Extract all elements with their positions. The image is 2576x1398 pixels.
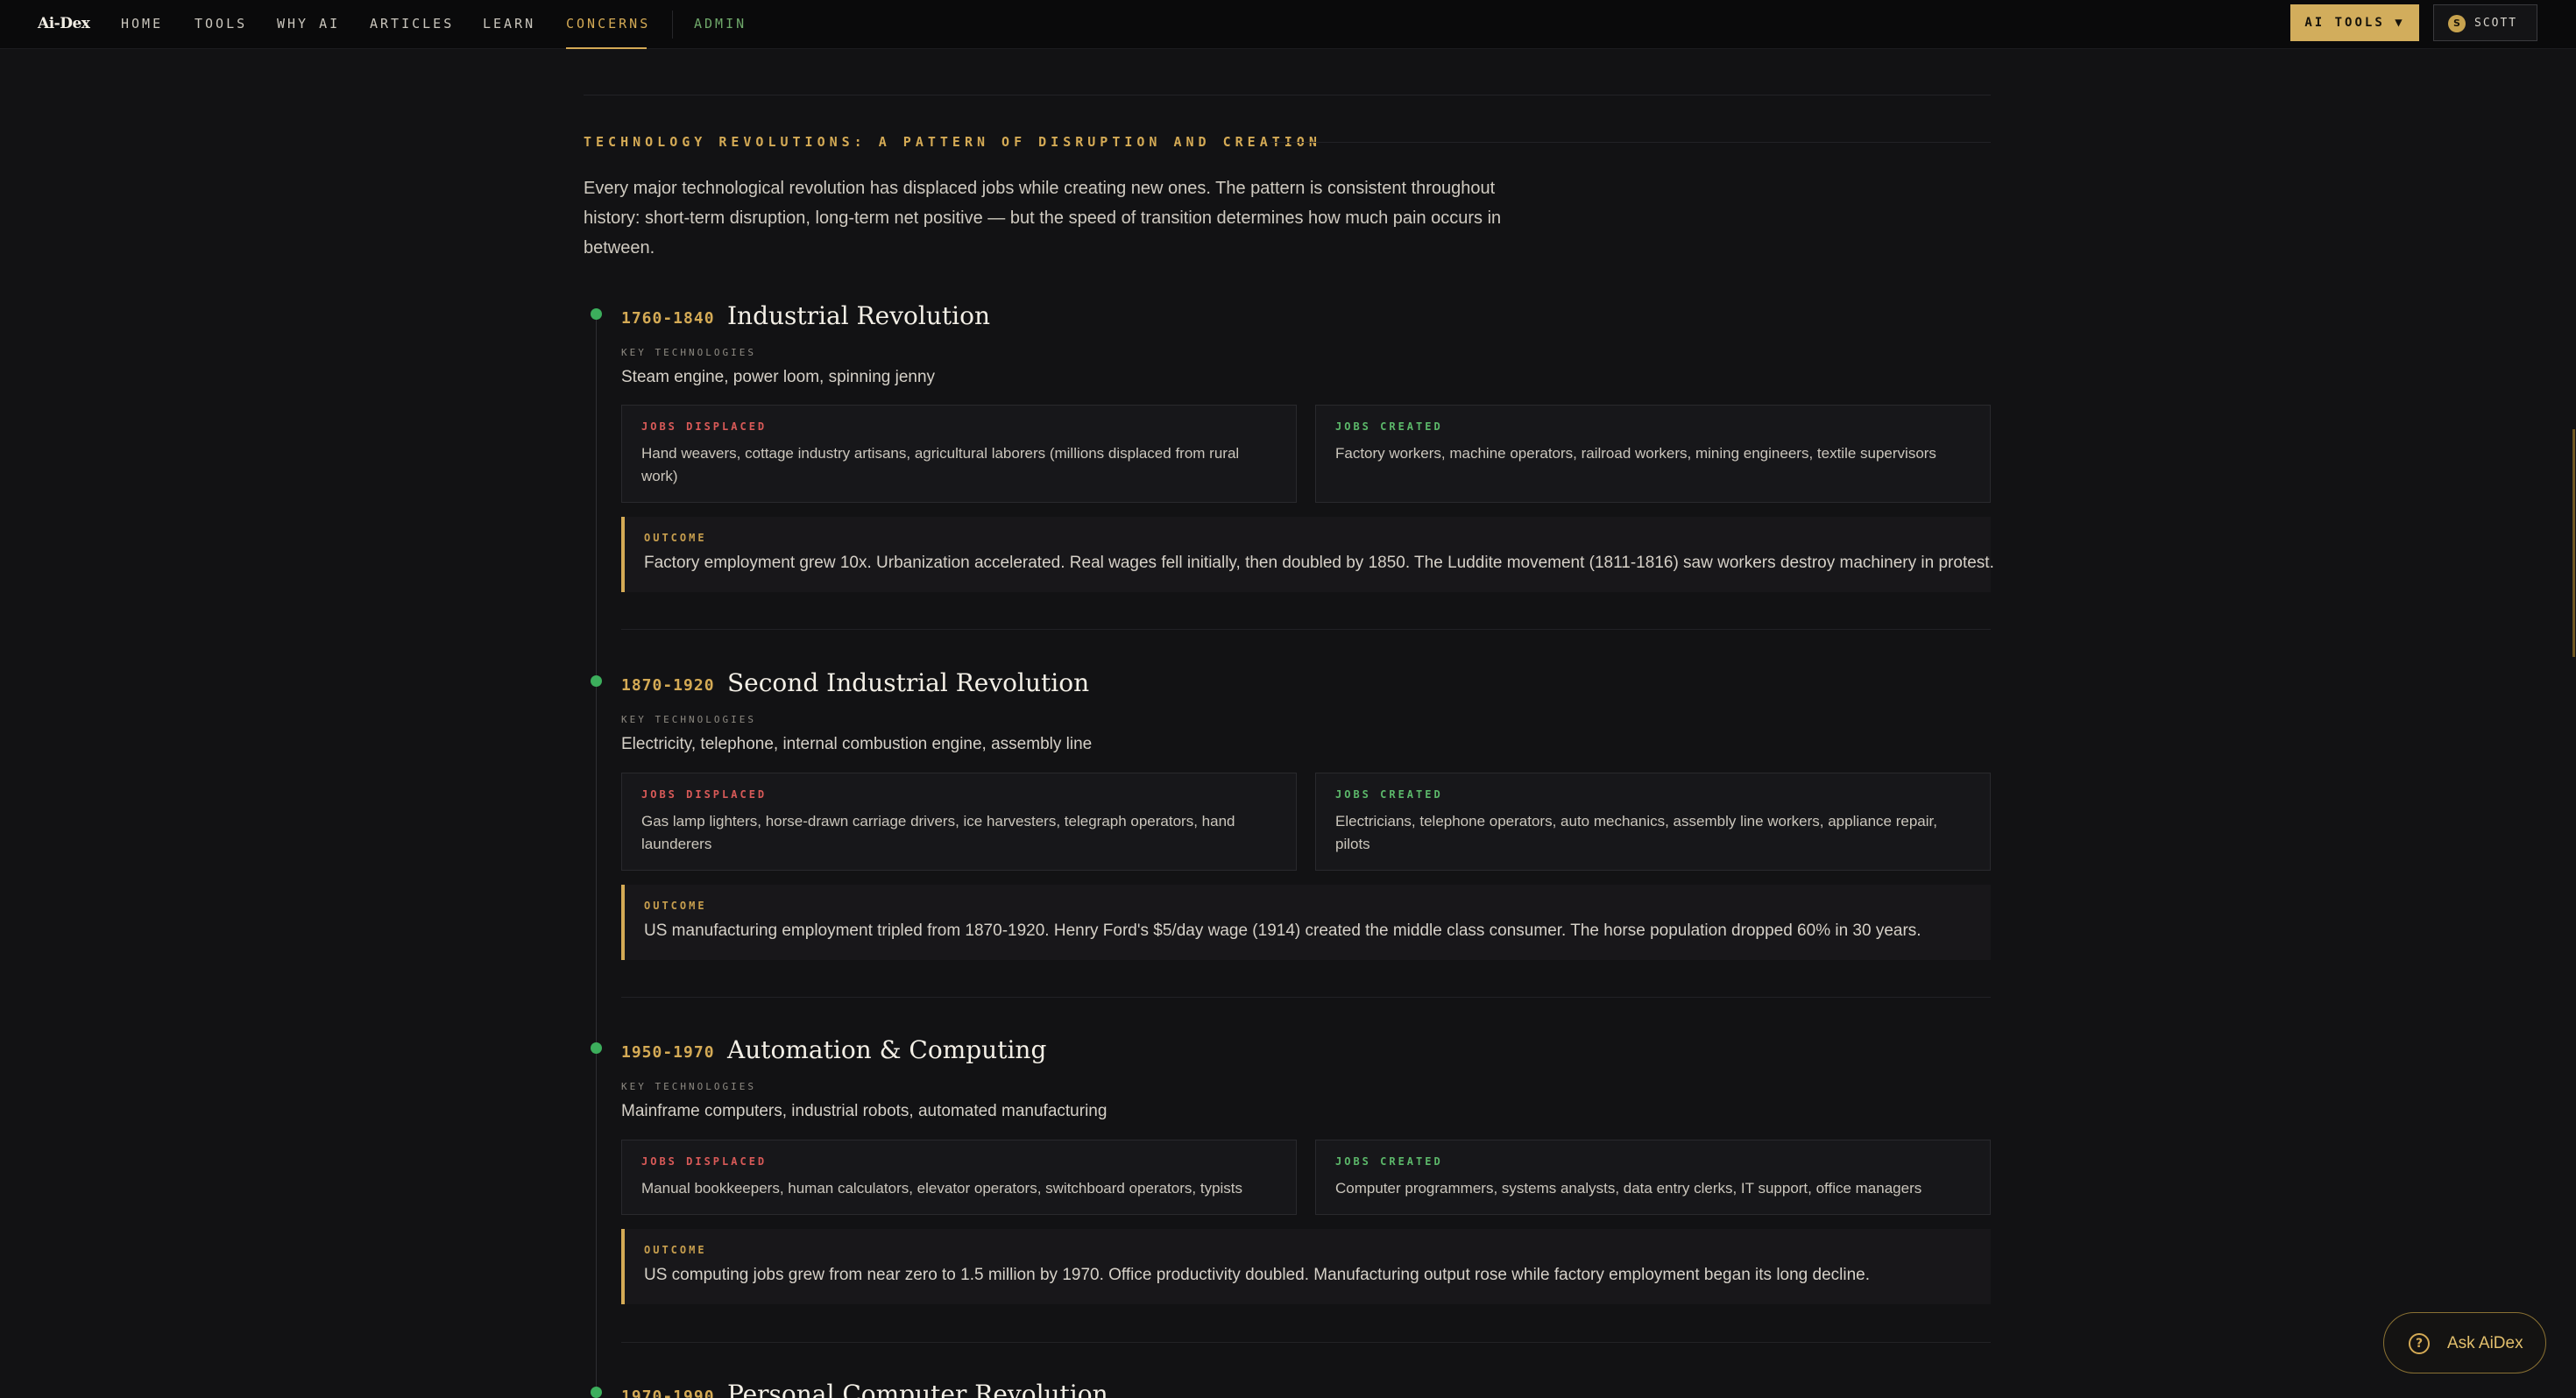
jobs-created-text: Electricians, telephone operators, auto … xyxy=(1335,813,1937,852)
jobs-created-card: JOBS CREATED Electricians, telephone ope… xyxy=(1315,773,1991,871)
ask-aidex-button[interactable]: ? Ask AiDex xyxy=(2383,1312,2546,1373)
nav-home[interactable]: HOME xyxy=(121,16,163,32)
era-divider xyxy=(621,629,1991,630)
outcome-text: US manufacturing employment tripled from… xyxy=(644,921,1921,940)
jobs-displaced-label: JOBS DISPLACED xyxy=(641,788,768,801)
section-heading-rule xyxy=(1270,142,1991,143)
jobs-created-text: Computer programmers, systems analysts, … xyxy=(1335,1180,1922,1197)
section-heading: TECHNOLOGY REVOLUTIONS: A PATTERN OF DIS… xyxy=(584,134,1321,150)
key-technologies-value: Steam engine, power loom, spinning jenny xyxy=(621,368,936,386)
era-title: Second Industrial Revolution xyxy=(727,668,1090,697)
era-years: 1870-1920 xyxy=(621,676,715,695)
key-technologies-label: KEY TECHNOLOGIES xyxy=(621,714,756,725)
era-divider xyxy=(621,1342,1991,1343)
timeline-line xyxy=(596,314,597,1398)
nav-learn[interactable]: LEARN xyxy=(483,16,535,32)
era-title: Personal Computer Revolution xyxy=(727,1380,1108,1398)
jobs-displaced-text: Gas lamp lighters, horse-drawn carriage … xyxy=(641,813,1235,852)
ai-tools-dropdown-button[interactable]: AI TOOLS ▼ xyxy=(2290,4,2419,41)
user-avatar: S xyxy=(2448,15,2466,32)
jobs-displaced-card: JOBS DISPLACED Hand weavers, cottage ind… xyxy=(621,405,1297,503)
outcome-text: Factory employment grew 10x. Urbanizatio… xyxy=(644,554,1994,572)
outcome-label: OUTCOME xyxy=(644,900,707,912)
nav-active-indicator xyxy=(566,47,647,49)
outcome-text: US computing jobs grew from near zero to… xyxy=(644,1266,1871,1284)
jobs-created-card: JOBS CREATED Computer programmers, syste… xyxy=(1315,1140,1991,1215)
jobs-displaced-text: Hand weavers, cottage industry artisans,… xyxy=(641,445,1240,484)
timeline-dot xyxy=(591,1042,602,1054)
key-technologies-label: KEY TECHNOLOGIES xyxy=(621,347,756,358)
key-technologies-label: KEY TECHNOLOGIES xyxy=(621,1081,756,1092)
nav-concerns[interactable]: CONCERNS xyxy=(566,16,650,32)
era-years: 1950-1970 xyxy=(621,1043,715,1062)
jobs-displaced-card: JOBS DISPLACED Gas lamp lighters, horse-… xyxy=(621,773,1297,871)
jobs-created-label: JOBS CREATED xyxy=(1335,420,1443,433)
jobs-created-label: JOBS CREATED xyxy=(1335,1155,1443,1168)
user-name: SCOTT xyxy=(2474,17,2518,30)
jobs-displaced-card: JOBS DISPLACED Manual bookkeepers, human… xyxy=(621,1140,1297,1215)
era-divider xyxy=(621,997,1991,998)
site-logo[interactable]: Ai-Dex xyxy=(38,15,90,32)
key-technologies-value: Mainframe computers, industrial robots, … xyxy=(621,1102,1108,1120)
nav-divider xyxy=(672,11,673,39)
era-years: 1970-1990 xyxy=(621,1387,715,1398)
timeline-dot xyxy=(591,308,602,320)
scroll-indicator[interactable] xyxy=(2572,429,2575,657)
nav-tools[interactable]: TOOLS xyxy=(195,16,247,32)
nav-why-ai[interactable]: WHY AI xyxy=(277,16,340,32)
outcome-label: OUTCOME xyxy=(644,532,707,544)
nav-admin[interactable]: ADMIN xyxy=(694,16,747,32)
jobs-displaced-label: JOBS DISPLACED xyxy=(641,420,768,433)
era-years: 1760-1840 xyxy=(621,309,715,328)
top-nav: Ai-Dex HOME TOOLS WHY AI ARTICLES LEARN … xyxy=(0,0,2576,49)
timeline-dot xyxy=(591,1387,602,1398)
key-technologies-value: Electricity, telephone, internal combust… xyxy=(621,735,1093,753)
era-title: Industrial Revolution xyxy=(727,301,990,330)
outcome-box: OUTCOME US computing jobs grew from near… xyxy=(621,1229,1991,1304)
jobs-created-text: Factory workers, machine operators, rail… xyxy=(1335,445,1936,462)
outcome-box: OUTCOME US manufacturing employment trip… xyxy=(621,885,1991,960)
outcome-label: OUTCOME xyxy=(644,1244,707,1256)
jobs-created-card: JOBS CREATED Factory workers, machine op… xyxy=(1315,405,1991,503)
jobs-displaced-text: Manual bookkeepers, human calculators, e… xyxy=(641,1180,1243,1197)
jobs-displaced-label: JOBS DISPLACED xyxy=(641,1155,768,1168)
timeline-dot xyxy=(591,675,602,687)
era-title: Automation & Computing xyxy=(727,1035,1047,1064)
ask-aidex-label: Ask AiDex xyxy=(2447,1334,2523,1352)
section-intro: Every major technological revolution has… xyxy=(584,179,1502,258)
jobs-created-label: JOBS CREATED xyxy=(1335,788,1443,801)
outcome-box: OUTCOME Factory employment grew 10x. Urb… xyxy=(621,517,1994,592)
nav-articles[interactable]: ARTICLES xyxy=(370,16,454,32)
help-circle-icon: ? xyxy=(2409,1333,2430,1354)
user-menu-button[interactable]: S SCOTT xyxy=(2433,4,2537,41)
